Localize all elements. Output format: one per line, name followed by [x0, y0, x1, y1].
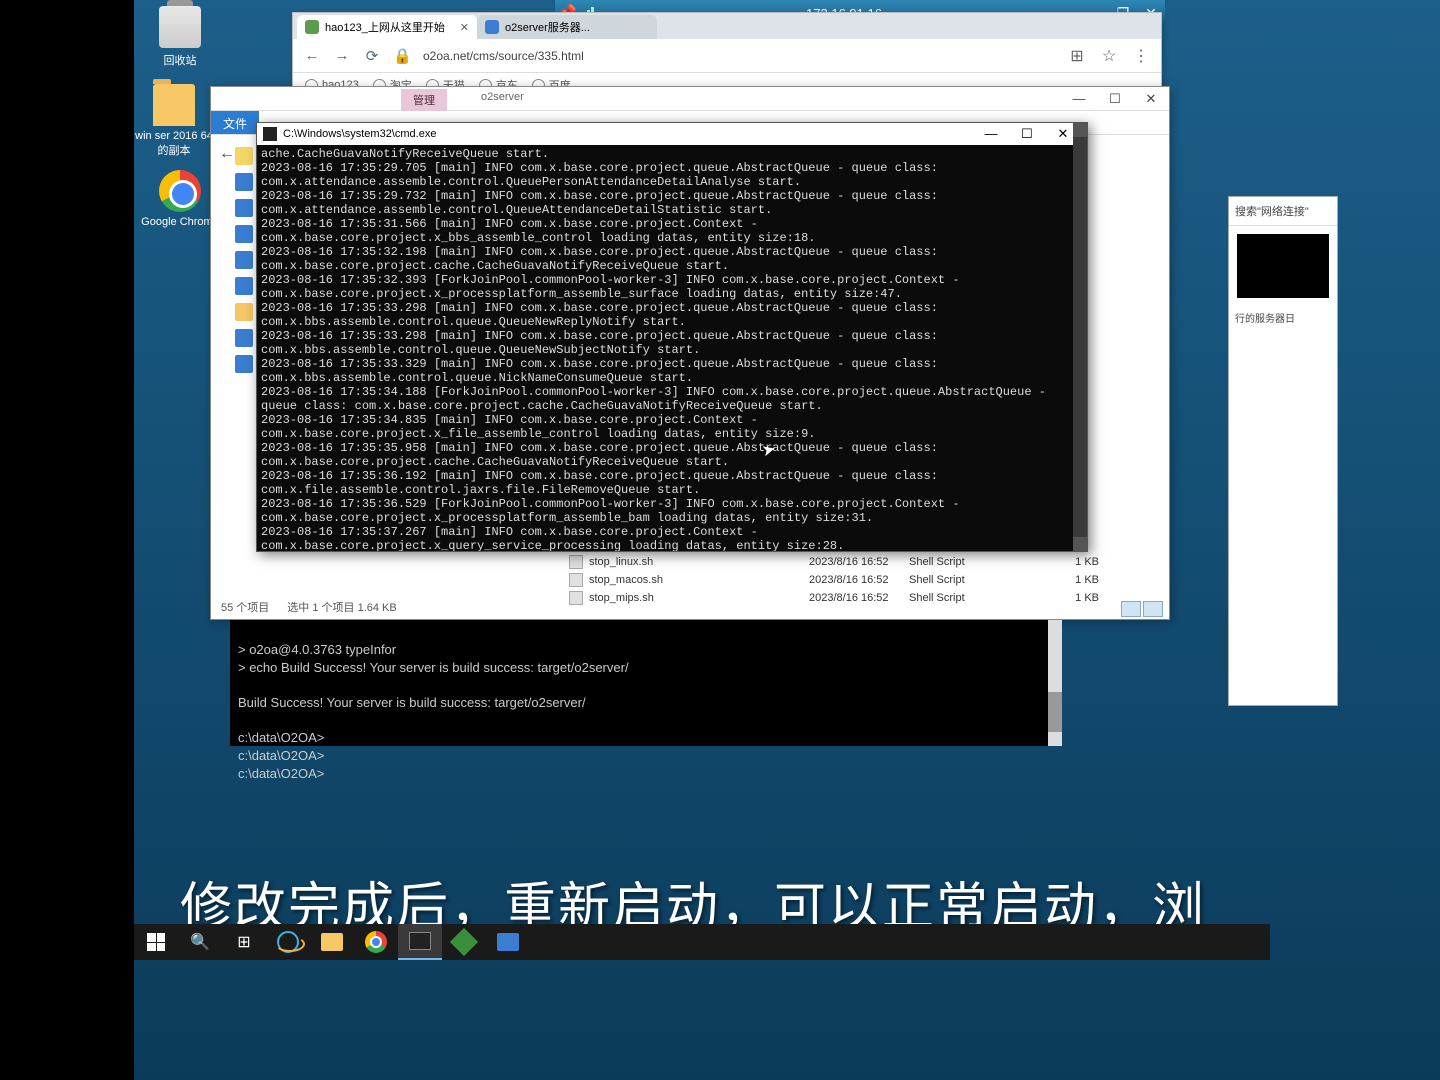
folder-icon [153, 84, 195, 126]
address-bar-row: ← → ⟳ 🔒 o2oa.net/cms/source/335.html ⊞ ☆… [293, 39, 1161, 73]
sidebar-icon[interactable] [235, 329, 253, 347]
scrollbar[interactable] [1073, 123, 1087, 551]
explorer-taskbar[interactable] [310, 924, 354, 960]
cmd-title-text: C:\Windows\system32\cmd.exe [283, 128, 436, 140]
favicon-icon [305, 20, 319, 34]
explorer-close[interactable]: ✕ [1133, 91, 1169, 107]
right-side-panel: 搜索"网络连接" 行的服务器日 [1228, 196, 1338, 706]
vscode-taskbar[interactable] [442, 924, 486, 960]
file-row[interactable]: stop_linux.sh 2023/8/16 16:52 Shell Scri… [569, 553, 1159, 571]
back-button[interactable]: ← [303, 47, 321, 64]
view-details[interactable] [1121, 601, 1141, 617]
nav-back[interactable]: ← [219, 145, 235, 163]
status-selection: 选中 1 个项目 1.64 KB [287, 599, 396, 615]
view-switcher [1121, 601, 1163, 617]
cmd-titlebar[interactable]: C:\Windows\system32\cmd.exe — ☐ ✕ [257, 123, 1087, 145]
recycle-icon [159, 6, 201, 48]
tab-strip: hao123_上网从这里开始 ✕ o2server服务器... [293, 13, 1161, 39]
browser-tab-2[interactable]: o2server服务器... [477, 15, 657, 39]
lock-icon: 🔒 [393, 47, 411, 65]
status-count: 55 个项目 [221, 599, 269, 615]
cmd-minimize[interactable]: — [973, 126, 1009, 142]
file-icon [569, 555, 583, 569]
tab1-title: hao123_上网从这里开始 [325, 19, 445, 35]
cmd-window: C:\Windows\system32\cmd.exe — ☐ ✕ ache.C… [256, 122, 1088, 552]
status-bar: 55 个项目 选中 1 个项目 1.64 KB [221, 599, 397, 615]
panel-search-hint[interactable]: 搜索"网络连接" [1229, 197, 1337, 226]
cmd-maximize[interactable]: ☐ [1009, 126, 1045, 142]
cmd-output[interactable]: ache.CacheGuavaNotifyReceiveQueue start.… [257, 145, 1087, 551]
winser-label: win ser 2016 64的副本 [134, 130, 214, 158]
sidebar-icon[interactable] [235, 303, 253, 321]
chrome-shortcut[interactable]: Google Chrome [140, 170, 220, 228]
url-field[interactable]: o2oa.net/cms/source/335.html [423, 49, 1055, 63]
view-icons[interactable] [1143, 601, 1163, 617]
term-prompt: c:\data\O2OA> [238, 766, 324, 781]
explorer-maximize[interactable]: ☐ [1097, 91, 1133, 107]
winser-folder[interactable]: win ser 2016 64的副本 [134, 84, 214, 158]
ribbon-manage-tab[interactable]: 管理 [401, 89, 447, 111]
taskbar: 🔍 ⊞ [134, 924, 1270, 960]
window-title: o2server [481, 91, 524, 103]
search-button[interactable]: 🔍 [178, 924, 222, 960]
scroll-down[interactable] [1073, 537, 1087, 551]
file-menu[interactable]: 文件 [211, 111, 259, 134]
file-icon [569, 573, 583, 587]
panel-footer-text: 行的服务器日 [1229, 306, 1337, 329]
start-button[interactable] [134, 924, 178, 960]
qat-icon[interactable] [214, 90, 234, 108]
monitor-taskbar[interactable] [486, 924, 530, 960]
build-terminal[interactable]: > o2oa@4.0.3763 typeInfor > echo Build S… [230, 620, 1062, 746]
chrome-icon [159, 170, 201, 212]
term-prompt: c:\data\O2OA> [238, 748, 324, 763]
term-line: > echo Build Success! Your server is bui… [238, 660, 629, 675]
cmd-icon [263, 127, 277, 141]
quick-access-toolbar: 管理 o2server — ☐ ✕ [211, 87, 1169, 111]
scroll-thumb[interactable] [1048, 692, 1062, 732]
reload-button[interactable]: ⟳ [363, 47, 381, 65]
translate-icon[interactable]: ⊞ [1067, 46, 1087, 66]
favicon-icon [485, 20, 499, 34]
left-black-bar [0, 0, 134, 1080]
sidebar-icon[interactable] [235, 225, 253, 243]
task-view-button[interactable]: ⊞ [222, 924, 266, 960]
file-row[interactable]: stop_macos.sh 2023/8/16 16:52 Shell Scri… [569, 571, 1159, 589]
scroll-up[interactable] [1073, 123, 1087, 137]
sidebar-icon[interactable] [235, 199, 253, 217]
panel-thumbnail[interactable] [1237, 234, 1329, 298]
tab2-title: o2server服务器... [505, 19, 590, 35]
qat-icon[interactable] [240, 90, 260, 108]
qat-icon[interactable] [266, 90, 286, 108]
forward-button[interactable]: → [333, 47, 351, 64]
scrollbar[interactable] [1048, 620, 1062, 746]
ie-taskbar[interactable] [266, 924, 310, 960]
term-prompt: c:\data\O2OA> [238, 730, 324, 745]
term-line: Build Success! Your server is build succ… [238, 695, 586, 710]
chrome-taskbar[interactable] [354, 924, 398, 960]
file-list: stop_linux.sh 2023/8/16 16:52 Shell Scri… [569, 553, 1159, 607]
menu-icon[interactable]: ⋮ [1131, 46, 1151, 66]
sidebar-icon[interactable] [235, 173, 253, 191]
star-icon[interactable]: ☆ [1099, 46, 1119, 66]
recycle-bin[interactable]: 回收站 [140, 6, 220, 68]
file-row[interactable]: stop_mips.sh 2023/8/16 16:52 Shell Scrip… [569, 589, 1159, 607]
recycle-label: 回收站 [140, 52, 220, 68]
close-icon[interactable]: ✕ [460, 21, 469, 34]
file-icon [569, 591, 583, 605]
term-line: > o2oa@4.0.3763 typeInfor [238, 642, 396, 657]
sidebar-icon[interactable] [235, 277, 253, 295]
sidebar-icon[interactable] [235, 251, 253, 269]
cmd-taskbar[interactable] [398, 924, 442, 960]
chrome-label: Google Chrome [140, 216, 220, 228]
browser-tab-1[interactable]: hao123_上网从这里开始 ✕ [297, 15, 477, 39]
explorer-minimize[interactable]: — [1061, 91, 1097, 107]
sidebar-icon[interactable] [235, 355, 253, 373]
quick-access-icon[interactable] [235, 147, 253, 165]
